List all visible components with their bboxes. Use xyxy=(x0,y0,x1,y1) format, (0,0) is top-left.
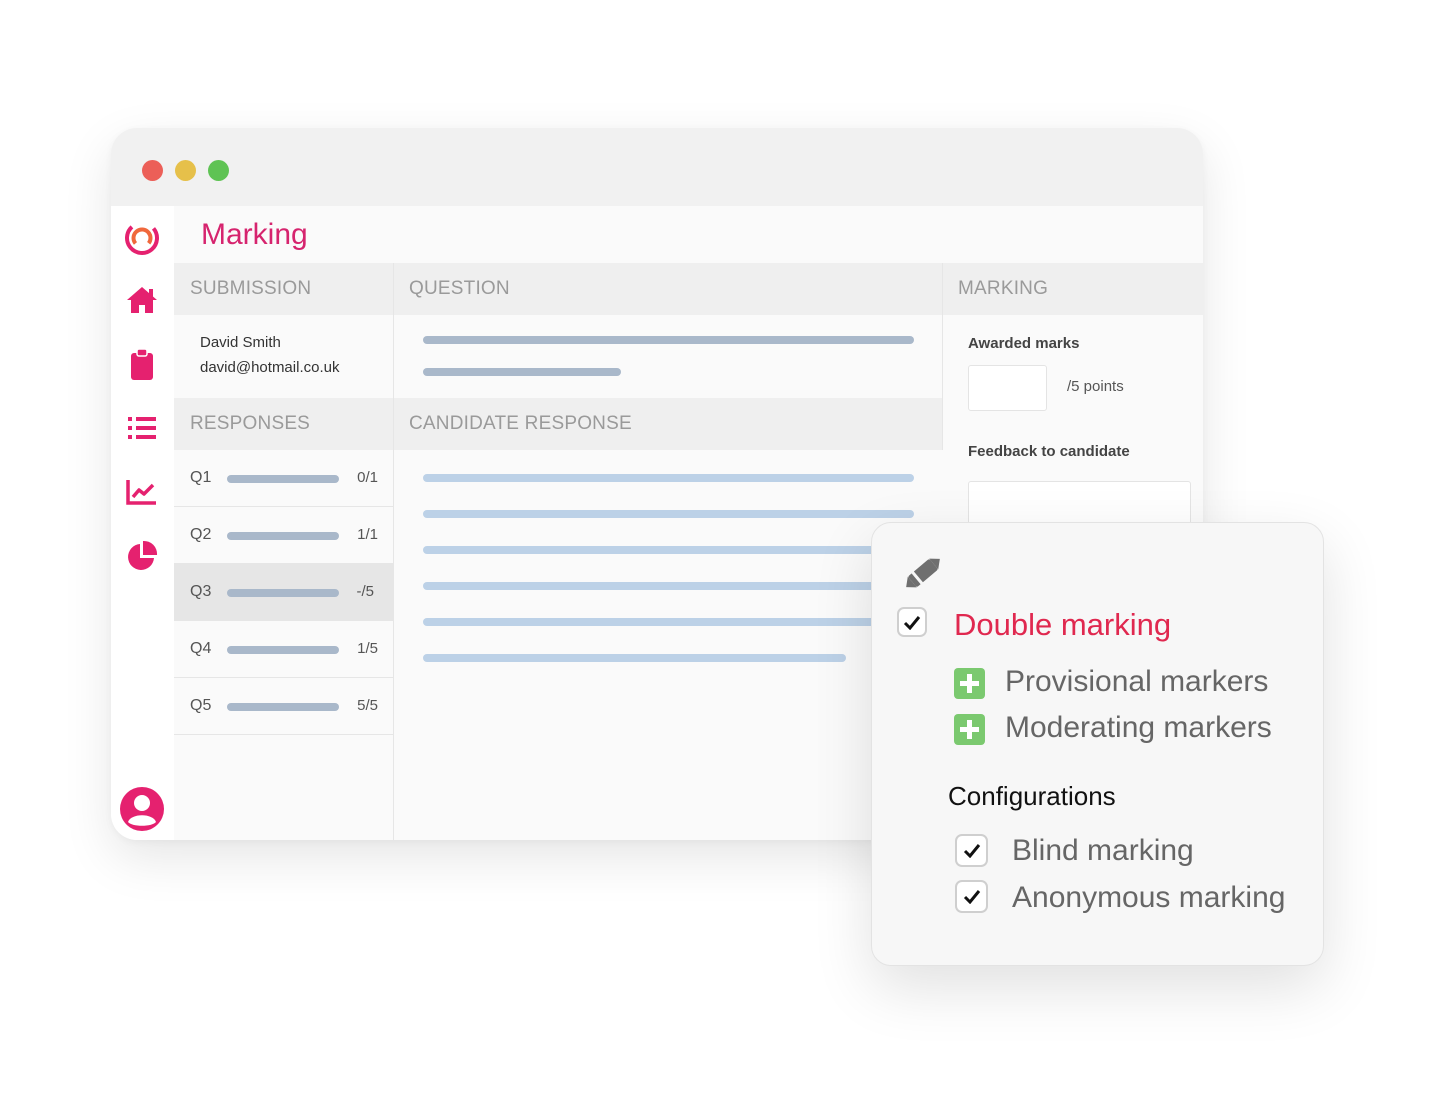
column-divider xyxy=(942,263,943,450)
question-header: QUESTION xyxy=(393,263,942,315)
pie-chart-icon[interactable] xyxy=(124,538,160,574)
provisional-markers-label[interactable]: Provisional markers xyxy=(1005,665,1268,699)
double-marking-checkbox[interactable] xyxy=(897,607,927,637)
response-label: Q1 xyxy=(190,469,212,486)
pen-icon xyxy=(899,551,947,595)
response-row-q2[interactable]: Q2 1/1 xyxy=(174,507,393,564)
close-dot[interactable] xyxy=(142,160,163,181)
response-text-line xyxy=(423,582,914,590)
question-text-line xyxy=(423,368,621,376)
response-score: -/5 xyxy=(356,583,374,600)
response-row-q1[interactable]: Q1 0/1 xyxy=(174,450,393,507)
list-icon[interactable] xyxy=(124,410,160,446)
column-divider xyxy=(393,263,394,840)
response-row-q3[interactable]: Q3 -/5 xyxy=(174,564,393,621)
response-score: 5/5 xyxy=(357,697,378,714)
moderating-markers-label[interactable]: Moderating markers xyxy=(1005,711,1272,745)
response-score: 1/5 xyxy=(357,640,378,657)
home-icon[interactable] xyxy=(124,282,160,318)
response-text-line xyxy=(423,546,914,554)
marking-header: MARKING xyxy=(942,263,1203,315)
response-score: 1/1 xyxy=(357,526,378,543)
awarded-marks-input[interactable] xyxy=(968,365,1047,411)
logo-icon[interactable] xyxy=(124,220,160,256)
candidate-response-header: CANDIDATE RESPONSE xyxy=(393,398,942,450)
response-preview-bar xyxy=(227,532,339,540)
page-title: Marking xyxy=(201,218,308,251)
add-moderating-markers-icon[interactable] xyxy=(954,714,985,745)
configurations-title: Configurations xyxy=(948,781,1116,811)
candidate-email: david@hotmail.co.uk xyxy=(200,359,340,376)
checkmark-icon xyxy=(963,844,980,858)
response-row-q5[interactable]: Q5 5/5 xyxy=(174,678,393,735)
checkmark-icon xyxy=(963,890,980,904)
submission-header: SUBMISSION xyxy=(174,263,393,315)
add-provisional-markers-icon[interactable] xyxy=(954,668,985,699)
clipboard-icon[interactable] xyxy=(124,346,160,382)
feedback-label: Feedback to candidate xyxy=(968,443,1130,460)
points-suffix: /5 points xyxy=(1067,378,1124,395)
response-row-q4[interactable]: Q4 1/5 xyxy=(174,621,393,678)
response-score: 0/1 xyxy=(357,469,378,486)
candidate-name: David Smith xyxy=(200,334,281,351)
responses-header: RESPONSES xyxy=(174,398,393,450)
response-label: Q3 xyxy=(190,583,212,600)
blind-marking-label: Blind marking xyxy=(1012,834,1194,867)
response-preview-bar xyxy=(227,475,339,483)
sidebar xyxy=(111,206,174,840)
blind-marking-checkbox[interactable] xyxy=(955,834,988,867)
anonymous-marking-checkbox[interactable] xyxy=(955,880,988,913)
chart-line-icon[interactable] xyxy=(124,474,160,510)
double-marking-card: Double marking Provisional markers Moder… xyxy=(871,522,1324,966)
response-text-line xyxy=(423,618,914,626)
response-text-line xyxy=(423,510,914,518)
response-label: Q4 xyxy=(190,640,212,657)
response-text-line xyxy=(423,474,914,482)
double-marking-label: Double marking xyxy=(954,607,1172,642)
question-text-line xyxy=(423,336,914,344)
response-text-line xyxy=(423,654,846,662)
response-preview-bar xyxy=(227,703,339,711)
title-bar xyxy=(111,128,1203,206)
user-avatar-icon[interactable] xyxy=(119,786,165,832)
response-preview-bar xyxy=(227,646,339,654)
response-label: Q5 xyxy=(190,697,212,714)
anonymous-marking-label: Anonymous marking xyxy=(1012,881,1286,914)
checkmark-icon xyxy=(903,615,921,630)
minimize-dot[interactable] xyxy=(175,160,196,181)
maximize-dot[interactable] xyxy=(208,160,229,181)
awarded-marks-label: Awarded marks xyxy=(968,335,1080,352)
response-preview-bar xyxy=(227,589,339,597)
response-label: Q2 xyxy=(190,526,212,543)
